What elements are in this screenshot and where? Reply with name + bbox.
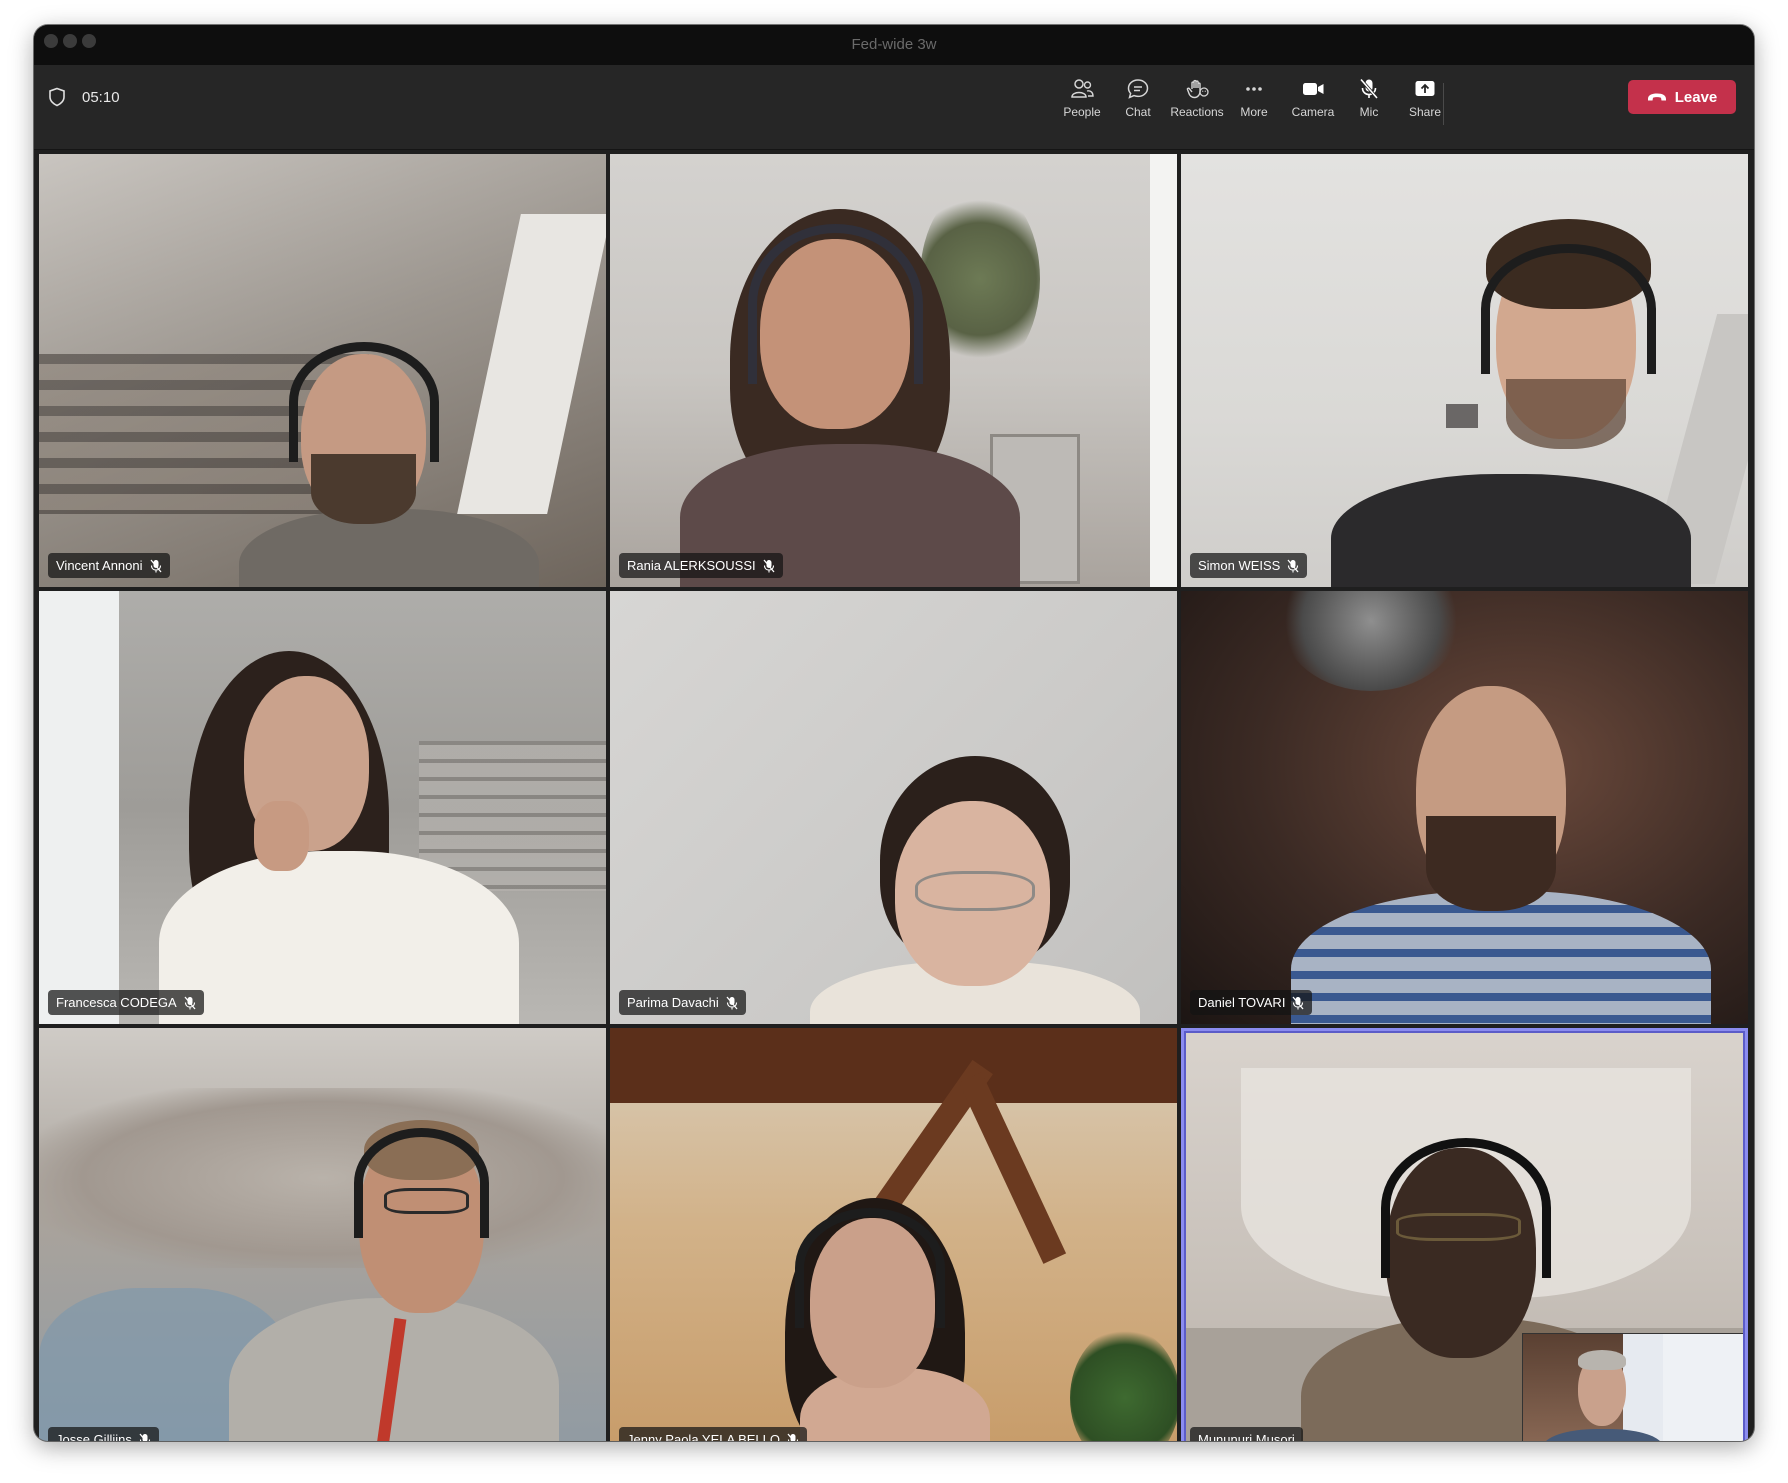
participant-name: Daniel TOVARI (1198, 995, 1286, 1010)
mic-off-icon (1359, 78, 1379, 100)
meeting-toolbar: 05:10 People Chat Reactions More Camera … (34, 65, 1754, 150)
participant-name-tag: Francesca CODEGA (48, 990, 204, 1015)
participant-name: Mununuri Musori (1198, 1432, 1295, 1441)
chat-icon (1127, 79, 1149, 99)
camera-label: Camera (1291, 105, 1335, 119)
people-icon (1071, 79, 1094, 98)
mic-muted-icon (726, 996, 738, 1009)
video-tile[interactable]: Rania ALERKSOUSSI (610, 154, 1177, 587)
leave-button[interactable]: Leave (1628, 80, 1736, 114)
participant-name: Vincent Annoni (56, 558, 143, 573)
participant-name-tag: Vincent Annoni (48, 553, 170, 578)
video-tile[interactable]: Daniel TOVARI (1181, 591, 1748, 1024)
participant-name-tag: Parima Davachi (619, 990, 746, 1015)
reactions-icon (1186, 79, 1209, 99)
share-icon (1415, 81, 1435, 96)
video-tile[interactable]: Jenny Paola YELA BELLO (610, 1028, 1177, 1441)
mic-muted-icon (1287, 559, 1299, 572)
window-title: Fed-wide 3w (851, 36, 937, 53)
title-bar: Fed-wide 3w (34, 25, 1754, 65)
chat-label: Chat (1125, 105, 1151, 119)
hang-up-icon (1647, 93, 1666, 101)
participant-name-tag: Josse Gillijns (48, 1427, 159, 1441)
mic-muted-icon (184, 996, 196, 1009)
video-tile-active-speaker[interactable]: Mununuri Musori (1181, 1028, 1748, 1441)
mic-muted-icon (763, 559, 775, 572)
more-button[interactable]: More (1223, 77, 1285, 129)
chat-button[interactable]: Chat (1107, 77, 1169, 129)
reactions-label: Reactions (1170, 105, 1224, 119)
video-tile[interactable]: Josse Gillijns (39, 1028, 606, 1441)
participant-name: Josse Gillijns (56, 1432, 132, 1441)
mic-muted-icon (139, 1433, 150, 1441)
participant-name-tag: Daniel TOVARI (1190, 990, 1313, 1015)
more-icon (1246, 87, 1262, 91)
mic-label: Mic (1359, 105, 1379, 119)
video-tile[interactable]: Simon WEISS (1181, 154, 1748, 587)
participant-name-tag: Simon WEISS (1190, 553, 1308, 578)
people-button[interactable]: People (1051, 77, 1113, 129)
leave-label: Leave (1674, 88, 1718, 106)
meeting-timer: 05:10 (82, 89, 120, 106)
participant-name: Jenny Paola YELA BELLO (627, 1432, 780, 1441)
mic-muted-icon (150, 559, 161, 572)
mic-muted-icon (1292, 996, 1304, 1009)
more-label: More (1240, 105, 1268, 119)
participant-name: Francesca CODEGA (56, 995, 177, 1010)
shield-icon (49, 87, 65, 107)
participant-name-tag: Mununuri Musori (1190, 1427, 1303, 1441)
share-button[interactable]: Share (1394, 77, 1456, 129)
camera-button[interactable]: Camera (1282, 77, 1344, 129)
share-label: Share (1408, 105, 1442, 119)
mic-muted-icon (787, 1433, 799, 1441)
participant-name: Simon WEISS (1198, 558, 1281, 573)
video-grid: Vincent Annoni Rania ALERKSOUSSI Simon W… (39, 154, 1749, 1441)
video-tile[interactable]: Parima Davachi (610, 591, 1177, 1024)
video-tile[interactable]: Vincent Annoni (39, 154, 606, 587)
participant-name-tag: Rania ALERKSOUSSI (619, 553, 783, 578)
reactions-button[interactable]: Reactions (1166, 77, 1228, 129)
participant-name-tag: Jenny Paola YELA BELLO (619, 1427, 807, 1441)
participant-name: Parima Davachi (627, 995, 719, 1010)
people-label: People (1063, 105, 1101, 119)
self-view-preview[interactable] (1522, 1333, 1744, 1441)
video-tile[interactable]: Francesca CODEGA (39, 591, 606, 1024)
camera-icon (1303, 83, 1324, 95)
meeting-window: Fed-wide 3w 05:10 People Chat Reactions … (34, 25, 1754, 1441)
mic-button[interactable]: Mic (1338, 77, 1400, 129)
participant-name: Rania ALERKSOUSSI (627, 558, 756, 573)
